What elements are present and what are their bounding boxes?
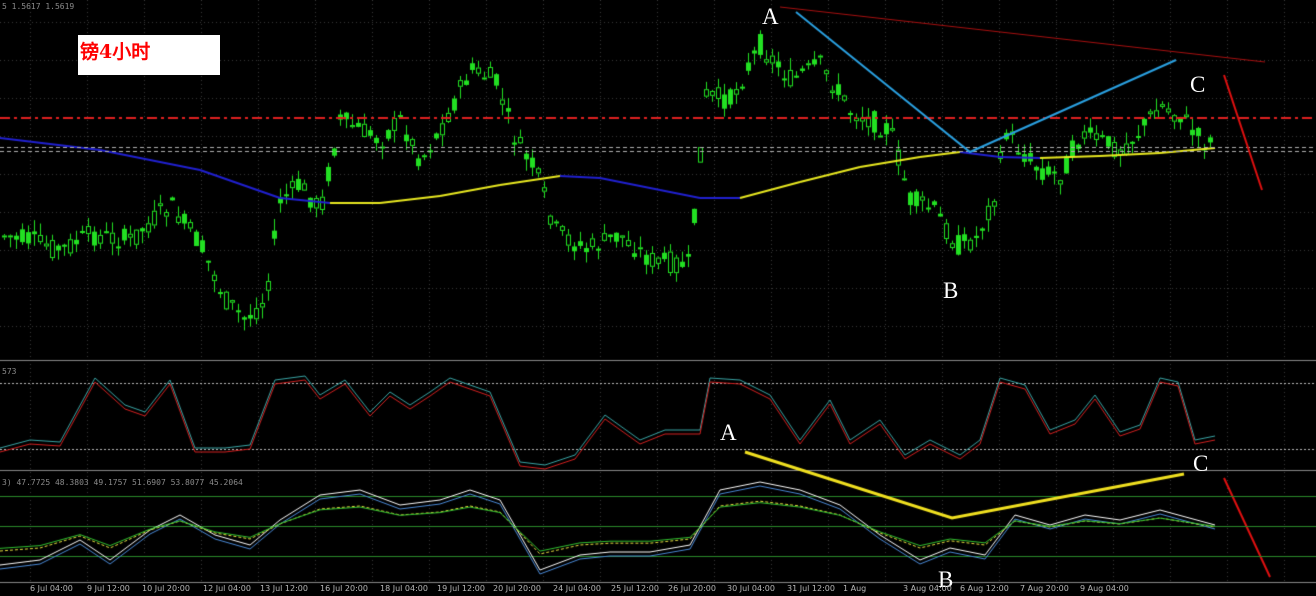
- x-tick-label: 30 Jul 04:00: [727, 584, 775, 593]
- x-tick-label: 6 Jul 04:00: [30, 584, 73, 593]
- x-tick-label: 31 Jul 12:00: [787, 584, 835, 593]
- x-tick-label: 9 Aug 04:00: [1080, 584, 1129, 593]
- oscillator-label-a: A: [720, 420, 737, 445]
- price-label-a: A: [762, 4, 779, 29]
- x-tick-label: 7 Aug 20:00: [1020, 584, 1069, 593]
- price-label-c: C: [1190, 72, 1206, 97]
- x-tick-label: 26 Jul 20:00: [668, 584, 716, 593]
- x-tick-label: 16 Jul 20:00: [320, 584, 368, 593]
- chart-title-box: 镑4小时: [78, 35, 220, 75]
- x-tick-label: 19 Jul 12:00: [437, 584, 485, 593]
- x-tick-label: 6 Aug 12:00: [960, 584, 1009, 593]
- price-label-b: B: [943, 278, 959, 303]
- chart-title: 镑4小时: [80, 41, 151, 63]
- x-tick-label: 24 Jul 04:00: [553, 584, 601, 593]
- x-tick-label: 10 Jul 20:00: [142, 584, 190, 593]
- candlestick-chart: [0, 0, 1316, 596]
- x-tick-label: 20 Jul 20:00: [493, 584, 541, 593]
- x-tick-label: 12 Jul 04:00: [203, 584, 251, 593]
- price-header-text: 5 1.5617 1.5619: [2, 2, 75, 11]
- x-tick-label: 25 Jul 12:00: [611, 584, 659, 593]
- oscillator-label-c: C: [1193, 451, 1209, 476]
- x-tick-label: 3 Aug 04:00: [903, 584, 952, 593]
- x-tick-label: 18 Jul 04:00: [380, 584, 428, 593]
- x-tick-label: 1 Aug: [843, 584, 867, 593]
- x-tick-label: 13 Jul 12:00: [260, 584, 308, 593]
- oscillator-header-text: 3) 47.7725 48.3803 49.1757 51.6907 53.80…: [2, 478, 243, 487]
- x-tick-label: 9 Jul 12:00: [87, 584, 130, 593]
- stochastic-header-text: 573: [2, 367, 17, 376]
